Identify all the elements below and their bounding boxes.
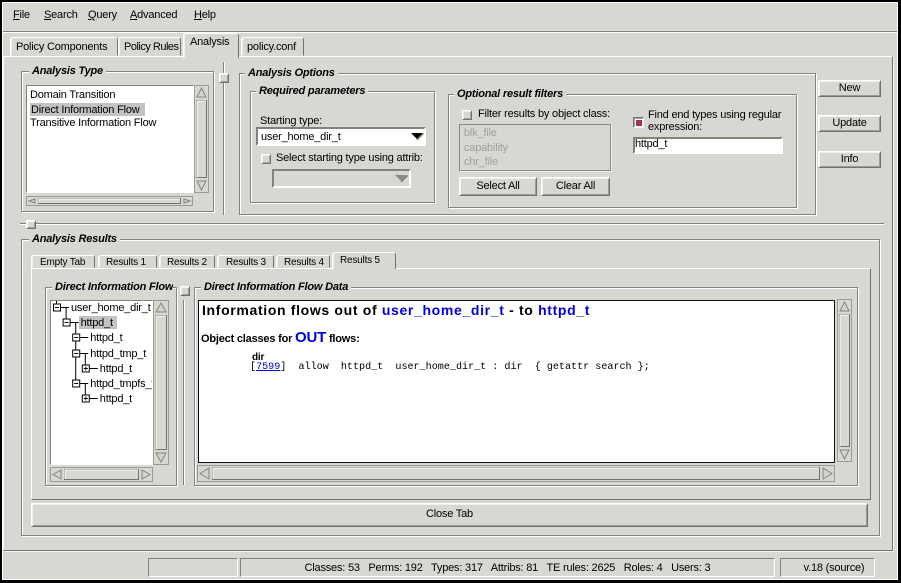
- svg-text:httpd_t: httpd_t: [100, 393, 132, 405]
- svg-text:httpd_t: httpd_t: [81, 317, 113, 329]
- svg-text:user_home_dir_t: user_home_dir_t: [71, 302, 151, 314]
- svg-text:httpd_t: httpd_t: [100, 363, 132, 375]
- svg-text:httpd_t: httpd_t: [90, 332, 122, 344]
- svg-text:httpd_tmp_t: httpd_tmp_t: [90, 348, 146, 360]
- svg-text:httpd_tmpfs_t: httpd_tmpfs_t: [90, 378, 152, 390]
